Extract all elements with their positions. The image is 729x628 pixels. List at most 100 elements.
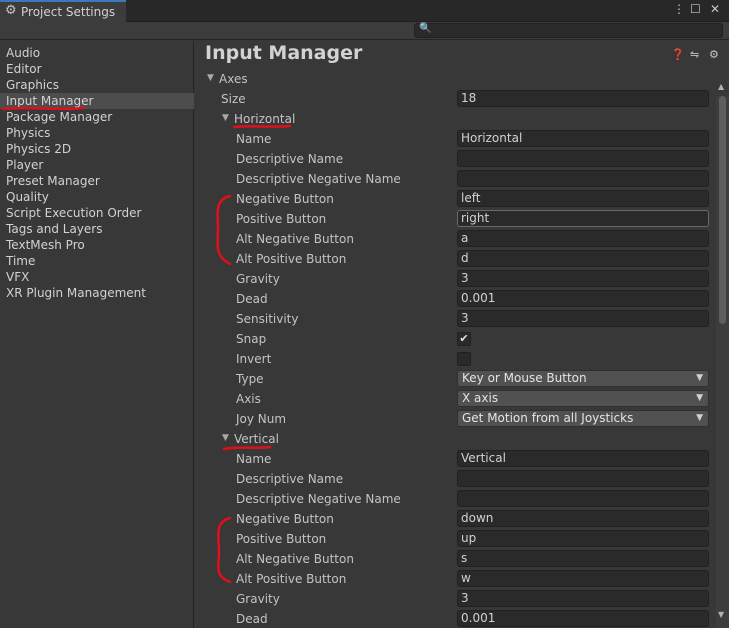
v-gravity-row: Gravity 3 <box>195 589 715 609</box>
v-descriptive-negative-name-field[interactable] <box>457 490 709 507</box>
h-negative-button-row: Negative Button left <box>195 189 715 209</box>
v-name-row: Name Vertical <box>195 449 715 469</box>
dead-label: Dead <box>236 612 268 626</box>
h-joy-num-row: Joy Num Get Motion from all Joysticks ▼ <box>195 409 715 429</box>
h-descriptive-negative-name-row: Descriptive Negative Name <box>195 169 715 189</box>
sidebar-item-player[interactable]: Player <box>0 157 194 173</box>
sidebar-item-quality[interactable]: Quality <box>0 189 194 205</box>
sidebar-item-package-manager[interactable]: Package Manager <box>0 109 194 125</box>
sensitivity-label: Sensitivity <box>236 312 299 326</box>
foldout-arrow-icon: ▼ <box>222 113 229 123</box>
v-dead-field[interactable]: 0.001 <box>457 610 709 627</box>
sidebar-item-tags-and-layers[interactable]: Tags and Layers <box>0 221 194 237</box>
scroll-down-arrow-icon[interactable]: ▼ <box>718 610 724 619</box>
sidebar-item-input-manager[interactable]: Input Manager <box>0 93 194 109</box>
negative-button-label: Negative Button <box>236 512 334 526</box>
sidebar-item-audio[interactable]: Audio <box>0 45 194 61</box>
window-tab-bar: ⚙ Project Settings ⋮ ☐ ✕ <box>0 0 729 22</box>
search-input[interactable]: 🔍 <box>414 23 723 38</box>
h-invert-row: Invert <box>195 349 715 369</box>
h-positive-button-field[interactable]: right <box>457 210 709 227</box>
positive-button-label: Positive Button <box>236 532 327 546</box>
type-label: Type <box>236 372 264 386</box>
gravity-label: Gravity <box>236 592 280 606</box>
dropdown-arrow-icon: ▼ <box>696 373 703 383</box>
sidebar-item-editor[interactable]: Editor <box>0 61 194 77</box>
h-positive-button-row: Positive Button right <box>195 209 715 229</box>
positive-button-label: Positive Button <box>236 212 327 226</box>
size-field[interactable]: 18 <box>457 90 709 107</box>
descriptive-negative-name-label: Descriptive Negative Name <box>236 492 401 506</box>
foldout-arrow-icon: ▼ <box>222 433 229 443</box>
h-gravity-field[interactable]: 3 <box>457 270 709 287</box>
v-descriptive-name-field[interactable] <box>457 470 709 487</box>
v-alt-positive-button-field[interactable]: w <box>457 570 709 587</box>
h-gravity-row: Gravity 3 <box>195 269 715 289</box>
h-sensitivity-field[interactable]: 3 <box>457 310 709 327</box>
sidebar-item-vfx[interactable]: VFX <box>0 269 194 285</box>
sidebar-item-textmesh-pro[interactable]: TextMesh Pro <box>0 237 194 253</box>
vertical-scrollbar[interactable]: ▲ ▼ <box>716 82 729 628</box>
vertical-label: Vertical <box>234 432 279 446</box>
sidebar-item-xr-plugin-management[interactable]: XR Plugin Management <box>0 285 194 301</box>
h-descriptive-name-field[interactable] <box>457 150 709 167</box>
h-invert-checkbox[interactable] <box>457 352 471 366</box>
sidebar-item-time[interactable]: Time <box>0 253 194 269</box>
dropdown-arrow-icon: ▼ <box>696 413 703 423</box>
descriptive-name-label: Descriptive Name <box>236 152 344 166</box>
sidebar-item-graphics[interactable]: Graphics <box>0 77 194 93</box>
v-alt-negative-button-row: Alt Negative Button s <box>195 549 715 569</box>
v-negative-button-field[interactable]: down <box>457 510 709 527</box>
h-alt-negative-button-field[interactable]: a <box>457 230 709 247</box>
axes-foldout[interactable]: ▼ Axes <box>195 69 715 89</box>
preset-icon[interactable]: ⇋ <box>690 48 699 61</box>
name-label: Name <box>236 132 272 146</box>
scroll-up-arrow-icon[interactable]: ▲ <box>718 82 724 91</box>
scrollbar-thumb[interactable] <box>719 96 726 324</box>
v-name-field[interactable]: Vertical <box>457 450 709 467</box>
dropdown-arrow-icon: ▼ <box>696 393 703 403</box>
sidebar-item-script-execution-order[interactable]: Script Execution Order <box>0 205 194 221</box>
search-icon: 🔍 <box>419 23 432 34</box>
joy-num-label: Joy Num <box>236 412 287 426</box>
h-snap-checkbox[interactable]: ✔ <box>457 332 471 346</box>
settings-icon[interactable]: ⚙ <box>709 48 719 61</box>
h-dead-field[interactable]: 0.001 <box>457 290 709 307</box>
h-alt-positive-button-row: Alt Positive Button d <box>195 249 715 269</box>
size-label: Size <box>221 92 246 106</box>
project-settings-tab[interactable]: ⚙ Project Settings <box>0 0 126 22</box>
foldout-arrow-icon: ▼ <box>207 73 214 83</box>
alt-negative-button-label: Alt Negative Button <box>236 232 354 246</box>
h-axis-dropdown[interactable]: X axis ▼ <box>457 390 709 407</box>
h-alt-positive-button-field[interactable]: d <box>457 250 709 267</box>
checkmark-icon: ✔ <box>459 332 469 345</box>
descriptive-negative-name-label: Descriptive Negative Name <box>236 172 401 186</box>
descriptive-name-label: Descriptive Name <box>236 472 344 486</box>
alt-negative-button-label: Alt Negative Button <box>236 552 354 566</box>
sidebar-item-physics-2d[interactable]: Physics 2D <box>0 141 194 157</box>
close-icon[interactable]: ✕ <box>710 2 720 16</box>
h-descriptive-negative-name-field[interactable] <box>457 170 709 187</box>
v-alt-negative-button-field[interactable]: s <box>457 550 709 567</box>
sidebar: Audio Editor Graphics Input Manager Pack… <box>0 41 194 628</box>
more-options-icon[interactable]: ⋮ <box>673 2 685 16</box>
horizontal-foldout[interactable]: ▼ Horizontal <box>195 109 715 129</box>
h-dead-row: Dead 0.001 <box>195 289 715 309</box>
h-negative-button-field[interactable]: left <box>457 190 709 207</box>
h-name-row: Name Horizontal <box>195 129 715 149</box>
v-alt-positive-button-row: Alt Positive Button w <box>195 569 715 589</box>
vertical-foldout[interactable]: ▼ Vertical <box>195 429 715 449</box>
page-title: Input Manager <box>205 42 363 64</box>
negative-button-label: Negative Button <box>236 192 334 206</box>
h-type-dropdown[interactable]: Key or Mouse Button ▼ <box>457 370 709 387</box>
h-descriptive-name-row: Descriptive Name <box>195 149 715 169</box>
sidebar-item-physics[interactable]: Physics <box>0 125 194 141</box>
v-positive-button-field[interactable]: up <box>457 530 709 547</box>
dead-label: Dead <box>236 292 268 306</box>
help-icon[interactable]: ❓ <box>671 48 685 61</box>
h-joy-num-dropdown[interactable]: Get Motion from all Joysticks ▼ <box>457 410 709 427</box>
h-name-field[interactable]: Horizontal <box>457 130 709 147</box>
maximize-icon[interactable]: ☐ <box>690 2 701 16</box>
v-gravity-field[interactable]: 3 <box>457 590 709 607</box>
sidebar-item-preset-manager[interactable]: Preset Manager <box>0 173 194 189</box>
